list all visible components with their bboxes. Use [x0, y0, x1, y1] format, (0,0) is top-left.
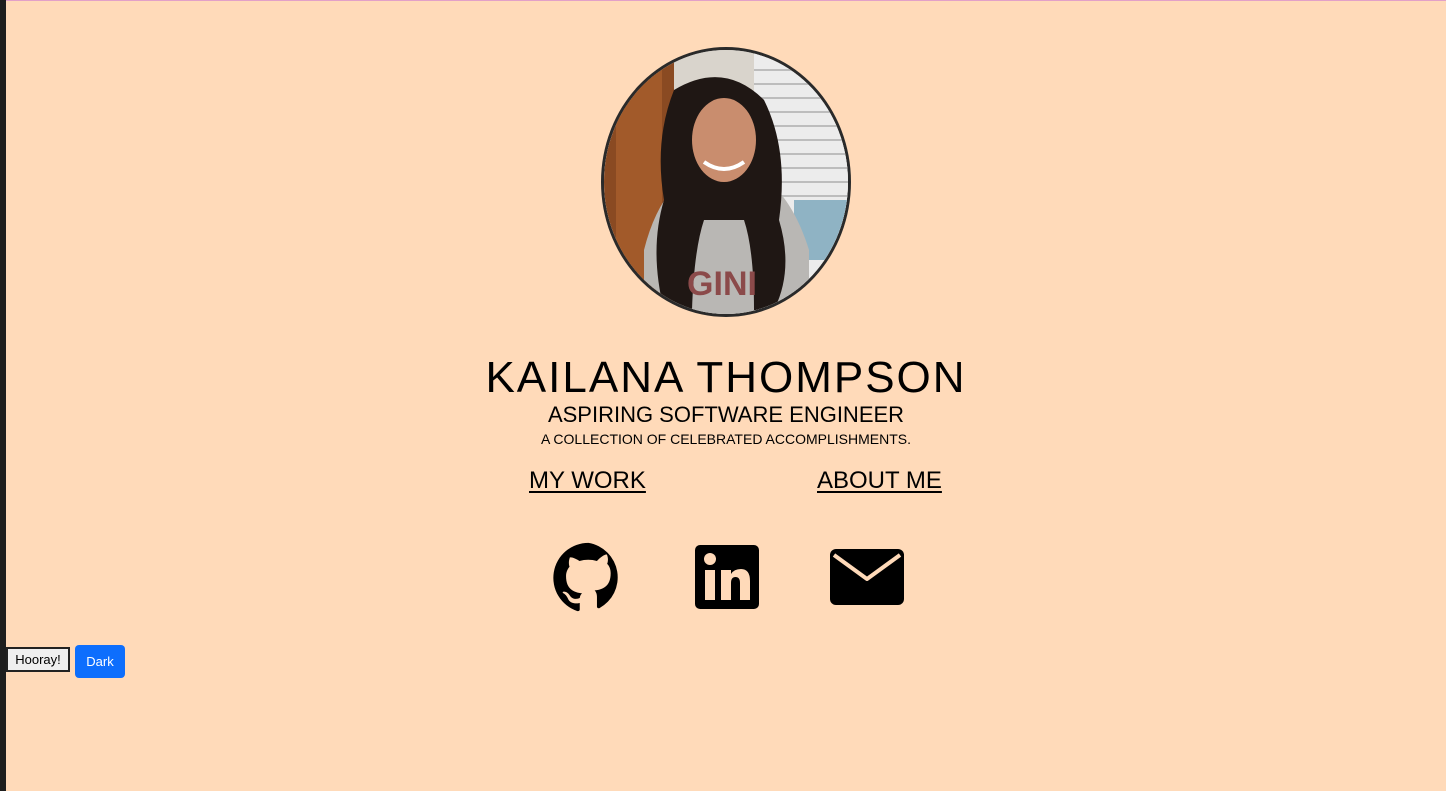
profile-photo: GINI	[604, 50, 848, 314]
nav-link-my-work[interactable]: MY WORK	[529, 466, 646, 496]
nav-link-about-me[interactable]: ABOUT ME	[817, 466, 942, 496]
linkedin-link[interactable]	[695, 545, 759, 609]
tagline: A COLLECTION OF CELEBRATED ACCOMPLISHMEN…	[540, 431, 912, 447]
github-link[interactable]	[553, 542, 624, 612]
avatar: GINI	[601, 47, 851, 317]
envelope-icon	[830, 549, 904, 605]
github-icon	[553, 542, 618, 612]
hooray-button[interactable]: Hooray!	[6, 647, 70, 672]
page-title: KAILANA THOMPSON	[485, 353, 967, 402]
linkedin-icon	[695, 545, 759, 609]
dark-mode-button[interactable]: Dark	[75, 645, 125, 678]
subtitle: ASPIRING SOFTWARE ENGINEER	[547, 402, 905, 427]
top-divider	[6, 0, 1446, 1]
svg-text:GINI: GINI	[687, 265, 757, 303]
email-link[interactable]	[830, 549, 904, 605]
